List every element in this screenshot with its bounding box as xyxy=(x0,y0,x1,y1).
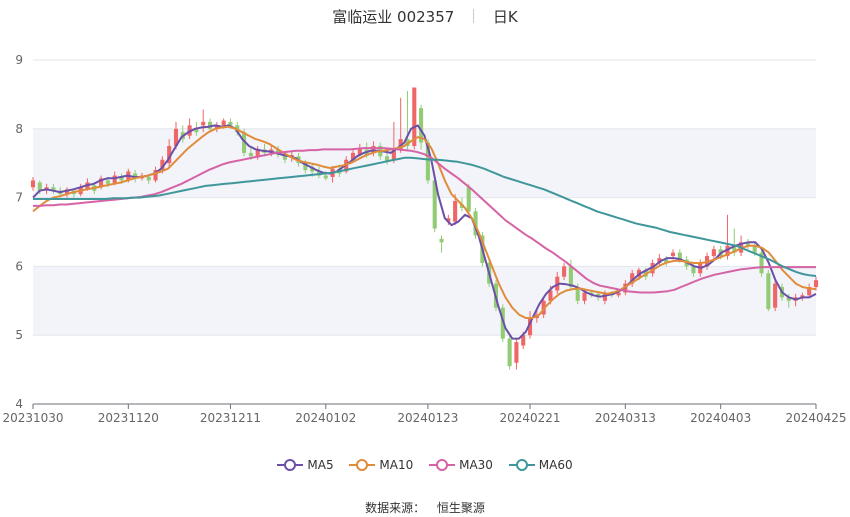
legend-label-ma5: MA5 xyxy=(307,458,334,472)
candle-up xyxy=(221,120,226,126)
candle-down xyxy=(323,175,328,179)
candlestick-chart: 4 5 6 7 8 9 20231030 20231120 20231211 20240102 20… xyxy=(2,53,846,425)
legend-label-ma30: MA30 xyxy=(459,458,493,472)
legend-marker-icon xyxy=(277,459,304,471)
data-source: 数据来源： 恒生聚源 xyxy=(0,499,850,516)
legend-item-ma10[interactable]: MA10 xyxy=(349,458,413,472)
candle-down xyxy=(146,176,151,181)
candle-up xyxy=(670,252,676,257)
candle-up xyxy=(562,266,567,277)
y-tick-label: 4 xyxy=(15,397,23,411)
x-tick-label: 20231211 xyxy=(200,411,261,425)
legend-marker-icon xyxy=(429,459,456,471)
x-tick-label: 20240102 xyxy=(295,411,356,425)
candle-up xyxy=(582,292,587,301)
candle-up xyxy=(813,280,819,288)
legend-marker-icon xyxy=(508,459,535,471)
candle-up xyxy=(711,249,716,257)
candle-up xyxy=(201,121,206,126)
source-name: 恒生聚源 xyxy=(436,501,485,515)
y-tick-label: 7 xyxy=(15,191,23,205)
x-tick-label: 20240221 xyxy=(499,411,560,425)
grid-band xyxy=(33,266,816,336)
candle-up xyxy=(453,201,458,222)
x-tick-label: 20240123 xyxy=(397,411,458,425)
x-tick-label: 20240425 xyxy=(785,411,846,425)
legend-label-ma10: MA10 xyxy=(379,458,414,472)
legend-marker-icon xyxy=(349,459,376,471)
legend-label-ma60: MA60 xyxy=(538,458,573,472)
x-tick-label: 20231120 xyxy=(98,411,159,425)
candle-down xyxy=(507,338,512,367)
candle-up xyxy=(514,342,519,363)
x-tick-label: 20240313 xyxy=(595,411,656,425)
candle-down xyxy=(766,273,771,310)
chart-legend: MA5 MA10 MA30 MA60 xyxy=(0,458,850,474)
source-label: 数据来源： xyxy=(365,501,426,515)
legend-item-ma5[interactable]: MA5 xyxy=(277,458,334,472)
candle-down xyxy=(439,238,444,243)
candle-up xyxy=(30,180,36,188)
x-tick-label: 20240403 xyxy=(690,411,751,425)
legend-item-ma30[interactable]: MA30 xyxy=(429,458,493,472)
candle-down xyxy=(248,152,253,157)
y-tick-label: 6 xyxy=(15,259,23,273)
y-tick-label: 9 xyxy=(15,53,23,67)
x-tick-label: 20231030 xyxy=(2,411,63,425)
y-tick-label: 8 xyxy=(15,122,23,136)
legend-item-ma60[interactable]: MA60 xyxy=(508,458,573,472)
y-tick-label: 5 xyxy=(15,328,23,342)
candle-down xyxy=(105,180,110,184)
candle-up xyxy=(773,283,778,308)
candle-down xyxy=(466,187,471,212)
